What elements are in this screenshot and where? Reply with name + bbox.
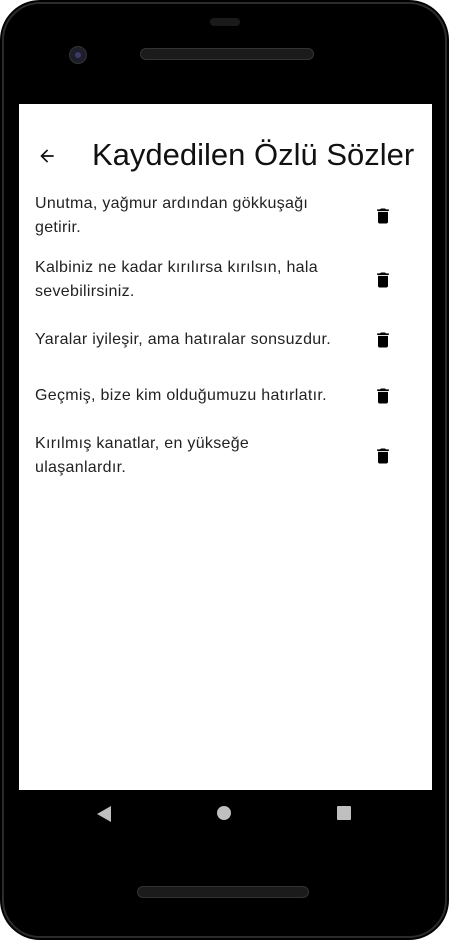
trash-icon [377, 272, 389, 288]
delete-button[interactable] [371, 444, 395, 468]
trash-icon [377, 388, 389, 404]
nav-back-icon [97, 806, 111, 822]
delete-button[interactable] [371, 268, 395, 292]
back-button[interactable] [33, 142, 61, 170]
quote-text: Kalbiniz ne kadar kırılırsa kırılsın, ha… [35, 259, 318, 300]
app-bar: Kaydedilen Özlü Sözler [19, 134, 432, 178]
quote-text: Kırılmış kanatlar, en yükseğe ulaşanlard… [35, 435, 250, 476]
top-sensor [210, 18, 240, 26]
trash-icon [377, 448, 389, 464]
nav-back-button[interactable] [97, 806, 111, 827]
trash-icon [377, 208, 389, 224]
earpiece-speaker [140, 48, 314, 60]
arrow-back-icon [40, 149, 54, 163]
delete-button[interactable] [371, 204, 395, 228]
nav-home-icon[interactable] [217, 806, 231, 820]
delete-button[interactable] [371, 328, 395, 352]
front-camera [69, 46, 87, 64]
nav-recents-icon[interactable] [337, 806, 351, 820]
app-screen: Kaydedilen Özlü Sözler Unutma, yağmur ar… [19, 104, 432, 790]
quote-text: Yaralar iyileşir, ama hatıralar sonsuzdu… [35, 331, 331, 348]
system-nav-bar [19, 790, 432, 838]
trash-icon [377, 332, 389, 348]
phone-frame: Kaydedilen Özlü Sözler Unutma, yağmur ar… [0, 0, 449, 940]
quote-text: Unutma, yağmur ardından gökkuşağı getiri… [35, 195, 309, 236]
bottom-speaker [137, 886, 309, 898]
delete-button[interactable] [371, 384, 395, 408]
quote-text: Geçmiş, bize kim olduğumuzu hatırlatır. [35, 387, 327, 404]
page-title: Kaydedilen Özlü Sözler [92, 137, 415, 172]
